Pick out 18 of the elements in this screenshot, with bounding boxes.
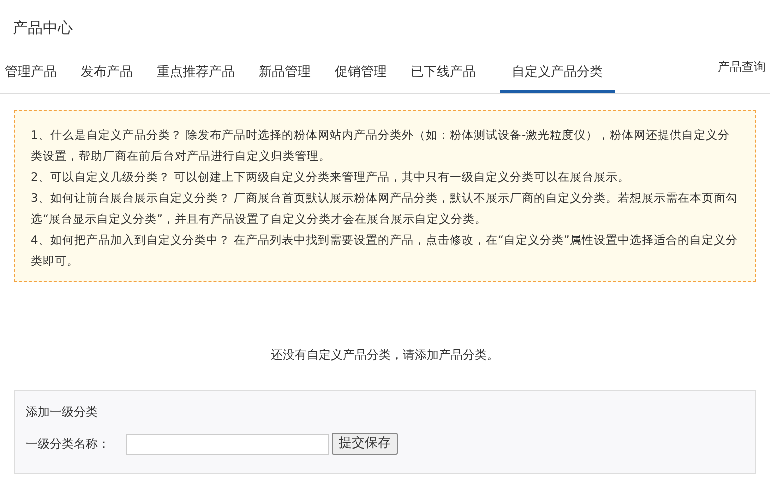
notice-text: 4、如何把产品加入到自定义分类中？ 在产品列表中找到需要设置的产品，点击修改，在“自定义分类”属性设置中选择适合的自定义分类即可。	[31, 232, 739, 270]
tab[interactable]: 自定义产品分类	[500, 62, 615, 93]
tab[interactable]: 发布产品	[81, 62, 133, 93]
category-name-field[interactable]	[126, 434, 329, 454]
tab[interactable]: 促销管理	[335, 62, 387, 93]
tab[interactable]: 管理产品	[5, 62, 57, 93]
notice-text: 3、如何让前台展台展示自定义分类？ 厂商展台首页默认展示粉体网产品分类，默认不展示厂商的自定义分类。若想展示需在本页面勾选“展台显示自定义分类”，并且有产品设置了自定义分类才会在展台展示自定义分类。	[31, 190, 739, 228]
product-search-link[interactable]: 产品查询	[718, 56, 766, 76]
tab[interactable]: 重点推荐产品	[157, 62, 235, 93]
empty-message: 还没有自定义产品分类，请添加产品分类。	[271, 347, 499, 364]
page-title: 产品中心	[13, 19, 73, 37]
notice-text: 1、什么是自定义产品分类？ 除发布产品时选择的粉体网站内产品分类外（如：粉体测试设备-激光粒度仪），粉体网还提供自定义分类设置，帮助厂商在前后台对产品进行自定义归类管理。	[31, 127, 732, 165]
tab[interactable]: 新品管理	[259, 62, 311, 93]
submit-button[interactable]: 提交保存	[332, 433, 398, 455]
form-title: 添加一级分类	[26, 404, 99, 421]
tab[interactable]: 已下线产品	[411, 62, 476, 93]
notice-text: 2、可以自定义几级分类？ 可以创建上下两级自定义分类来管理产品，其中只有一级自定义分类可以在展台展示。	[31, 169, 631, 186]
field-label: 一级分类名称：	[26, 436, 111, 453]
